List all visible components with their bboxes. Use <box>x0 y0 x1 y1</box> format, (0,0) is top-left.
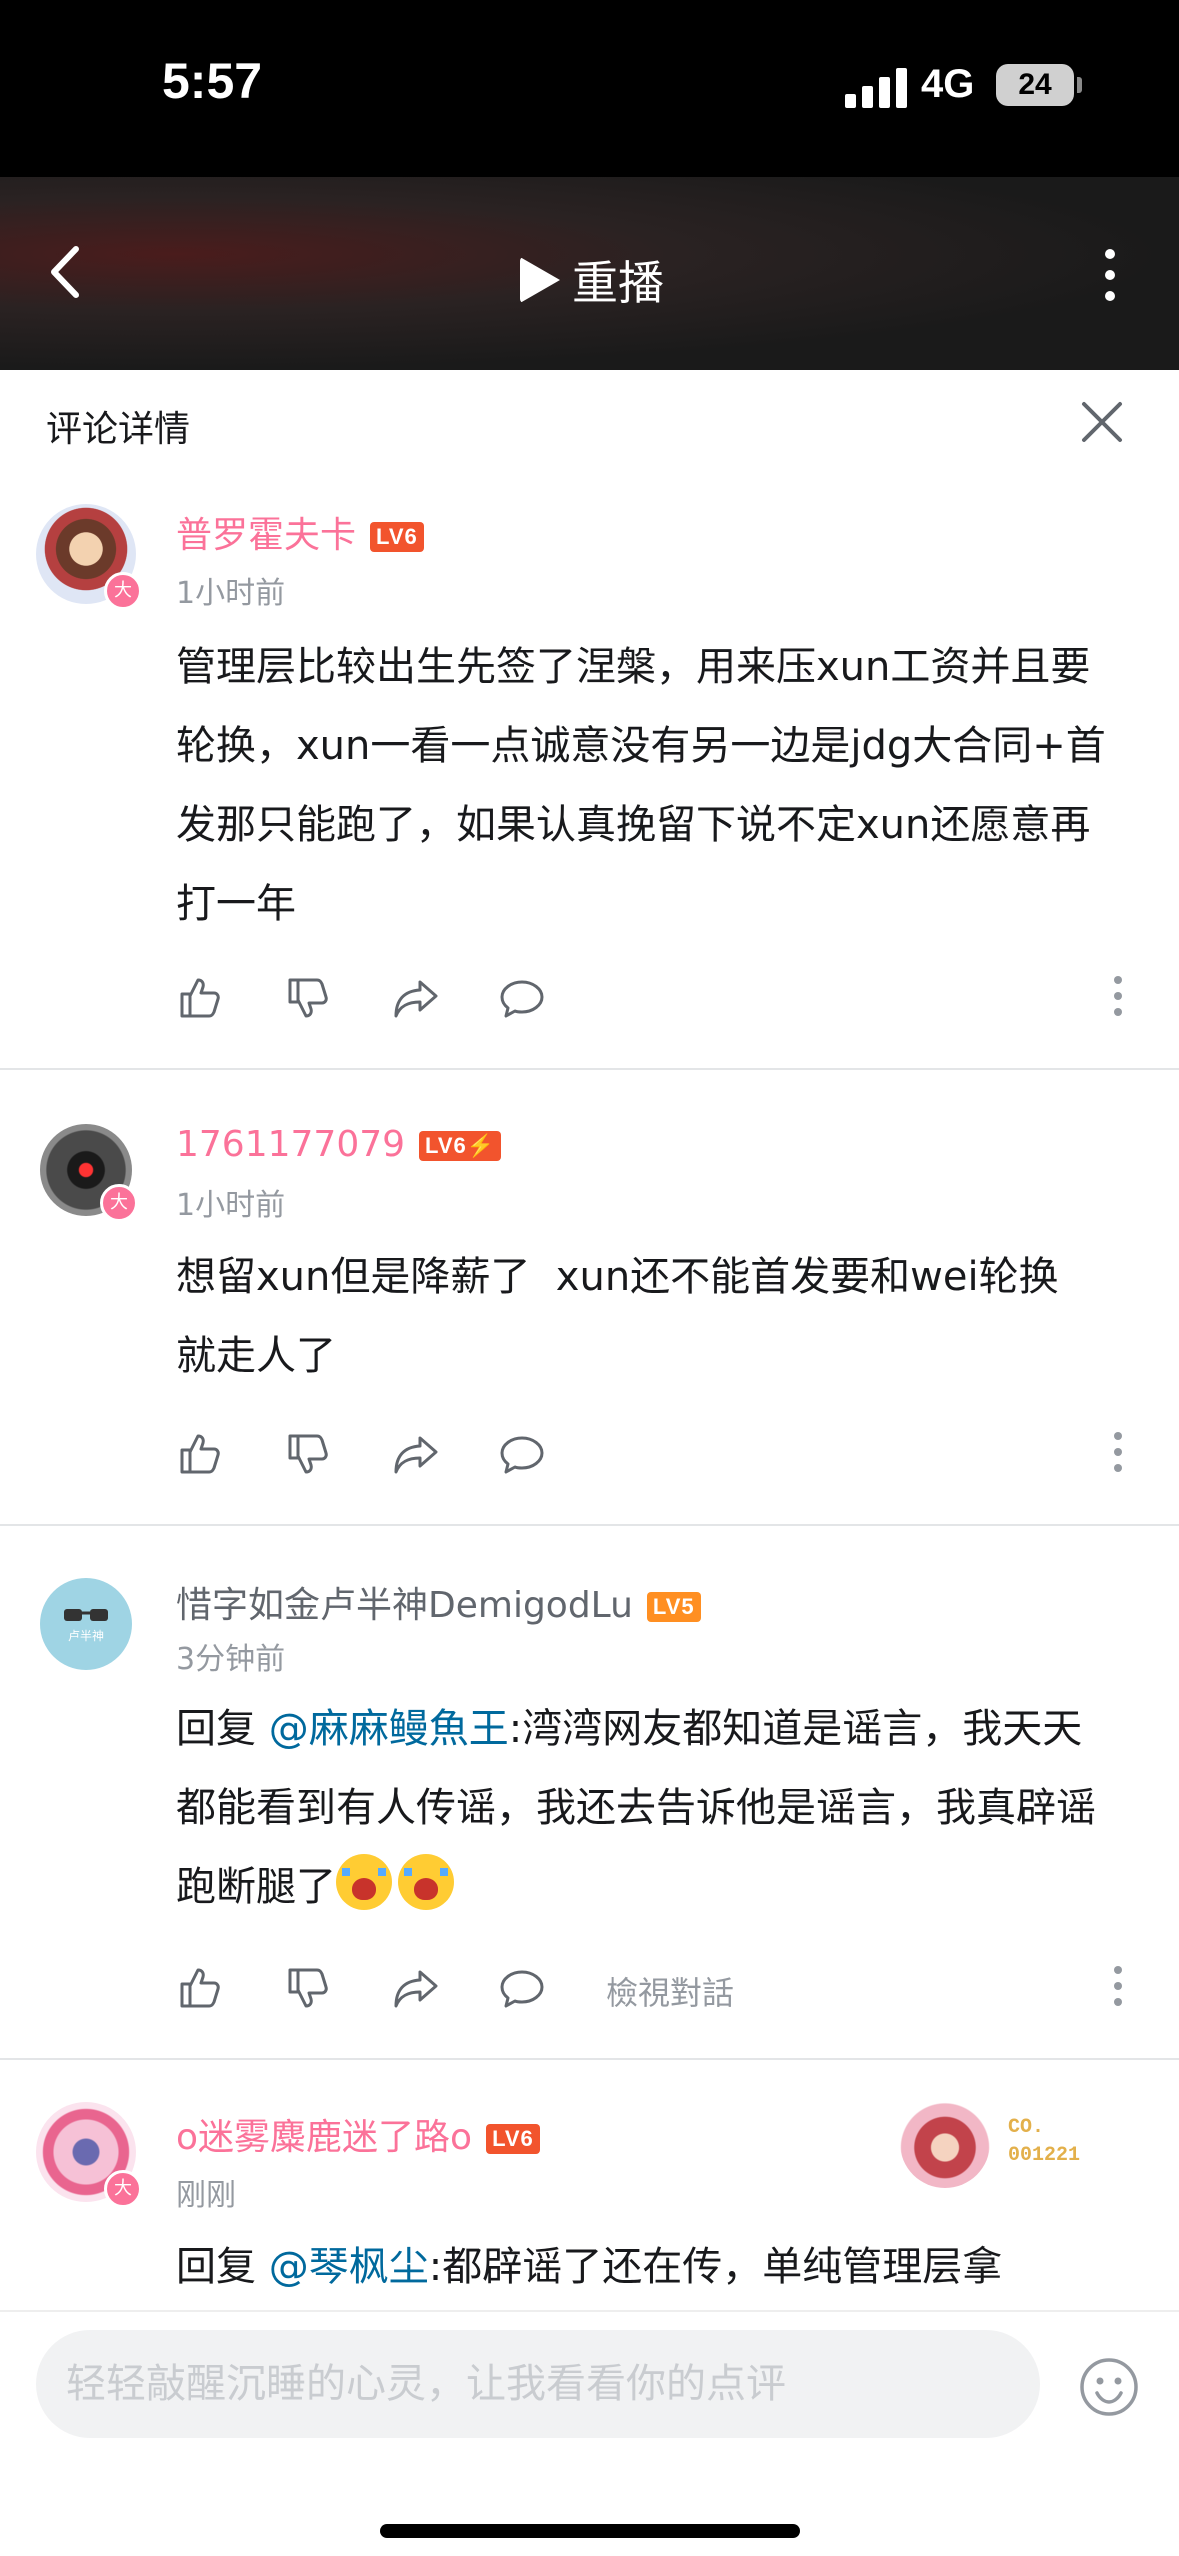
share-button[interactable] <box>392 1964 440 2012</box>
username[interactable]: 惜字如金卢半神DemigodLu LV5 <box>176 1576 701 1628</box>
smiley-icon <box>1080 2358 1138 2416</box>
avatar[interactable]: 卢半神 <box>40 1578 132 1670</box>
thumbs-up-icon <box>180 1434 220 1474</box>
divider <box>0 1068 1179 1070</box>
comment-more-button[interactable] <box>1112 1966 1124 2010</box>
more-vertical-icon <box>1105 249 1115 259</box>
comment-more-button[interactable] <box>1112 1432 1124 1476</box>
comment-time: 1小时前 <box>176 1188 286 1223</box>
comment-actions <box>176 1430 1136 1480</box>
glasses-icon <box>64 1608 108 1621</box>
mention-link[interactable]: @琴枫尘 <box>269 2244 429 2290</box>
chevron-left-icon <box>51 246 79 298</box>
like-button[interactable] <box>176 1964 224 2012</box>
like-button[interactable] <box>176 974 224 1022</box>
comment-text: 管理层比较出生先签了涅槃，用来压xun工资并且要轮换，xun一看一点诚意没有另一… <box>176 644 1106 927</box>
more-vertical-icon <box>1114 976 1122 984</box>
dislike-button[interactable] <box>284 974 332 1022</box>
username[interactable]: 1761177079 LV6⚡ <box>176 1124 502 1165</box>
video-header: 重播 <box>0 177 1179 370</box>
level-badge: LV6⚡ <box>419 1131 502 1161</box>
back-button[interactable] <box>42 237 92 307</box>
reply-button[interactable] <box>498 974 546 1022</box>
vip-badge: 大 <box>104 2170 142 2208</box>
thumbs-up-icon <box>180 1968 220 2008</box>
comment-text: 回复 @麻麻鳗魚王:湾湾网友都知道是谣言，我天天都能看到有人传谣，我还去告诉他是… <box>176 1706 1096 1910</box>
home-indicator[interactable] <box>380 2524 800 2538</box>
crying-emoji-icon <box>336 1854 392 1910</box>
comment-time: 刚刚 <box>176 2178 236 2213</box>
comment-time: 1小时前 <box>176 576 286 611</box>
comment-text: 想留xun但是降薪了 xun还不能首发要和wei轮换 就走人了 <box>176 1254 1085 1379</box>
reply-button[interactable] <box>498 1964 546 2012</box>
close-button[interactable] <box>1078 398 1126 446</box>
comment-input-bar: 轻轻敲醒沉睡的心灵，让我看看你的点评 <box>0 2310 1179 2556</box>
reply-button[interactable] <box>498 1430 546 1478</box>
play-icon <box>520 257 560 303</box>
decoration-number: 001221 <box>1008 2144 1081 2167</box>
crying-emoji-icon <box>398 1854 454 1910</box>
mention-link[interactable]: @麻麻鳗魚王 <box>269 1706 509 1752</box>
replay-label: 重播 <box>572 256 664 310</box>
avatar[interactable]: 大 <box>40 1124 138 1222</box>
more-vertical-icon <box>1114 1432 1122 1440</box>
share-icon <box>394 980 438 1018</box>
comment-actions <box>176 974 1136 1024</box>
share-button[interactable] <box>392 974 440 1022</box>
share-icon <box>394 1970 438 2008</box>
more-vertical-icon <box>1114 1966 1122 1974</box>
battery-icon: 24 <box>996 64 1082 106</box>
divider <box>0 1524 1179 1526</box>
comment-text: 回复 @琴枫尘:都辟谣了还在传，单纯管理层拿 <box>176 2244 1003 2290</box>
signal-icon <box>845 66 907 108</box>
vip-badge: 大 <box>104 572 142 610</box>
view-conversation-button[interactable]: 檢視對話 <box>606 1968 734 2014</box>
thumbs-down-icon <box>288 1968 328 2008</box>
share-icon <box>394 1436 438 1474</box>
thumbs-down-icon <box>288 978 328 1018</box>
close-icon <box>1082 402 1122 442</box>
comment-actions: 檢視對話 <box>176 1964 1136 2014</box>
emoji-button[interactable] <box>1078 2356 1140 2418</box>
comment-more-button[interactable] <box>1112 976 1124 1020</box>
replay-button[interactable]: 重播 <box>520 247 664 313</box>
username[interactable]: 普罗霍夫卡 LV6 <box>176 506 424 558</box>
avatar[interactable]: 大 <box>36 2102 142 2208</box>
comment-time: 3分钟前 <box>176 1642 286 1677</box>
share-button[interactable] <box>392 1430 440 1478</box>
panel-title: 评论详情 <box>46 409 191 450</box>
level-badge: LV6 <box>370 522 424 552</box>
like-button[interactable] <box>176 1430 224 1478</box>
comment-icon <box>500 980 544 1018</box>
comment-icon <box>500 1436 544 1474</box>
fan-decoration: CO. 001221 <box>900 2098 1100 2188</box>
decoration-avatar <box>900 2098 990 2188</box>
status-time: 5:57 <box>162 53 263 109</box>
thumbs-down-icon <box>288 1434 328 1474</box>
thumbs-up-icon <box>180 978 220 1018</box>
decoration-label: CO. <box>1008 2116 1045 2139</box>
more-options-button[interactable] <box>1100 249 1120 309</box>
level-badge: LV6 <box>486 2124 540 2154</box>
network-type: 4G <box>921 62 975 106</box>
comment-input[interactable]: 轻轻敲醒沉睡的心灵，让我看看你的点评 <box>36 2330 1040 2438</box>
dislike-button[interactable] <box>284 1430 332 1478</box>
username[interactable]: o迷雾麋鹿迷了路o LV6 <box>176 2108 540 2160</box>
avatar-label: 卢半神 <box>67 1628 104 1643</box>
divider <box>0 2058 1179 2060</box>
level-badge: LV5 <box>646 1592 701 1622</box>
vip-badge: 大 <box>100 1184 138 1222</box>
comment-icon <box>500 1970 544 2008</box>
status-bar: 5:57 4G 24 <box>0 0 1179 177</box>
avatar[interactable]: 大 <box>36 504 142 610</box>
dislike-button[interactable] <box>284 1964 332 2012</box>
